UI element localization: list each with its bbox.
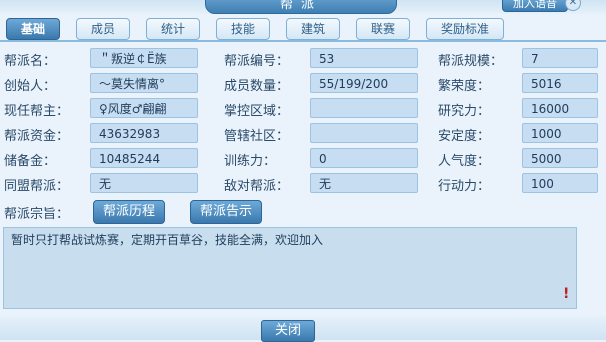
tab-league[interactable]: 联赛 (356, 18, 410, 40)
member-count-label: 成员数量： (224, 79, 290, 94)
controlled-area-value (310, 98, 418, 118)
guild-name-label: 帮派名： (4, 54, 57, 69)
training-label: 训练力： (224, 154, 277, 169)
guild-notice-button[interactable]: 帮派告示 (190, 200, 262, 224)
tab-skills[interactable]: 技能 (216, 18, 270, 40)
research-label: 研究力： (438, 104, 491, 119)
research-value: 16000 (522, 98, 598, 118)
tab-basic[interactable]: 基础 (6, 18, 60, 40)
motto-text: 暂时只打帮战试炼赛，定期开百草谷，技能全满，欢迎加入 (3, 227, 577, 309)
allied-guild-label: 同盟帮派： (4, 179, 70, 194)
tab-bar: 基础 成员 统计 技能 建筑 联赛 奖励标准 (0, 18, 606, 40)
guild-scale-value: 7 (522, 48, 598, 68)
guild-id-value: 53 (310, 48, 418, 68)
close-button[interactable]: 关闭 (261, 320, 315, 342)
motto-label: 帮派宗旨： (4, 207, 70, 222)
founder-label: 创始人： (4, 79, 57, 94)
member-count-value: 55/199/200 (310, 73, 418, 93)
tab-buildings[interactable]: 建筑 (286, 18, 340, 40)
prosperity-label: 繁荣度： (438, 79, 491, 94)
popularity-label: 人气度： (438, 154, 491, 169)
guild-id-label: 帮派编号： (224, 54, 290, 69)
reserve-label: 储备金： (4, 154, 57, 169)
tab-members[interactable]: 成员 (76, 18, 130, 40)
enemy-guild-value: 无 (310, 173, 418, 193)
founder-value: ～莫失情离° (90, 73, 198, 93)
guild-scale-label: 帮派规模： (438, 54, 504, 69)
stability-value: 1000 (522, 123, 598, 143)
action-power-value: 100 (522, 173, 598, 193)
tab-rewards[interactable]: 奖励标准 (426, 18, 504, 40)
join-voice-button[interactable]: 加入语音 (502, 0, 568, 12)
warning-mark: ! (563, 286, 570, 302)
controlled-area-label: 掌控区域： (224, 104, 290, 119)
window-title: 帮派 (205, 0, 397, 14)
action-power-label: 行动力： (438, 179, 491, 194)
funds-value: 43632983 (90, 123, 198, 143)
stability-label: 安定度： (438, 129, 491, 144)
enemy-guild-label: 敌对帮派： (224, 179, 290, 194)
tab-divider (0, 40, 606, 42)
allied-guild-value: 无 (90, 173, 198, 193)
reserve-value: 10485244 (90, 148, 198, 168)
prosperity-value: 5016 (522, 73, 598, 93)
funds-label: 帮派资金： (4, 129, 70, 144)
tab-stats[interactable]: 统计 (146, 18, 200, 40)
community-label: 管辖社区： (224, 129, 290, 144)
guild-name-value: ＂叛逆￠Ë族 (90, 48, 198, 68)
guild-history-button[interactable]: 帮派历程 (93, 200, 165, 224)
leader-label: 现任帮主： (4, 104, 70, 119)
community-value (310, 123, 418, 143)
leader-value: ♀风度♂翩翩 (90, 98, 198, 118)
popularity-value: 5000 (522, 148, 598, 168)
training-value: 0 (310, 148, 418, 168)
